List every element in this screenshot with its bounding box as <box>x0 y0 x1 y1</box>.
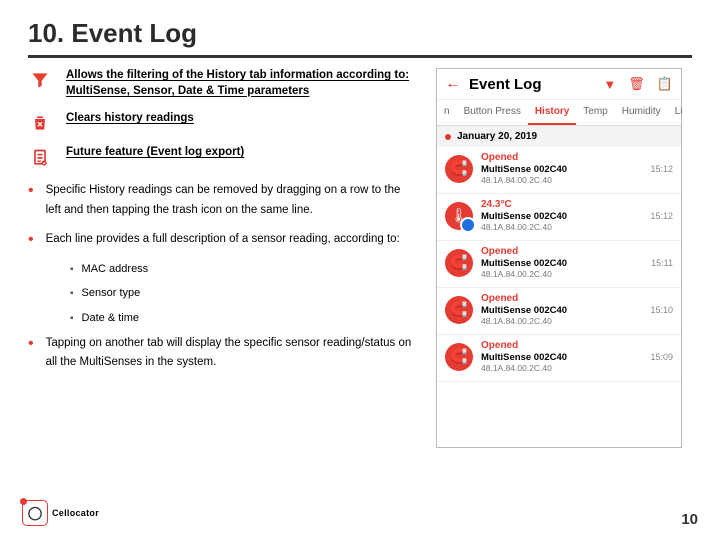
brand-name: Cellocator <box>52 508 99 518</box>
feature-filter-text: Allows the filtering of the History tab … <box>66 68 418 99</box>
event-status: Opened <box>481 293 642 304</box>
feature-export: Future feature (Event log export) <box>28 145 418 169</box>
event-device: MultiSense 002C40 <box>481 164 642 175</box>
date-text: January 20, 2019 <box>457 131 537 142</box>
feature-filter: Allows the filtering of the History tab … <box>28 68 418 99</box>
event-mac: 48.1A.84.00.2C.40 <box>481 316 642 326</box>
event-time: 15:11 <box>651 258 673 268</box>
thermometer-icon: 🌡 <box>445 202 473 230</box>
date-header: January 20, 2019 <box>437 126 681 147</box>
tab-item[interactable]: Button Press <box>457 100 528 125</box>
tab-item[interactable]: Li <box>668 100 690 125</box>
event-list: 🧲 Opened MultiSense 002C40 48.1A.84.00.2… <box>437 147 681 447</box>
event-time: 15:12 <box>650 211 673 221</box>
phone-tabs: n Button Press History Temp Humidity Li <box>437 100 681 126</box>
description-column: Allows the filtering of the History tab … <box>28 68 428 448</box>
event-mac: 48.1A.84.00.2C.40 <box>481 175 642 185</box>
event-mac: 48.1A.84.00.2C.40 <box>481 222 642 232</box>
subbullet-item: ▪Sensor type <box>28 284 418 303</box>
magnet-icon: 🧲 <box>445 155 473 183</box>
bullet-text: Specific History readings can be removed… <box>46 181 418 220</box>
tab-item[interactable]: n <box>437 100 457 125</box>
bullet-list: • Specific History readings can be remov… <box>28 181 418 373</box>
phone-title: Event Log <box>469 76 591 93</box>
title-divider <box>28 55 692 58</box>
tab-item[interactable]: Temp <box>576 100 614 125</box>
bullet-item: • Tapping on another tab will display th… <box>28 334 418 373</box>
bullet-dot-icon: • <box>28 334 34 373</box>
clear-icon <box>28 111 52 133</box>
slide-title: 10. Event Log <box>28 18 692 49</box>
event-device: MultiSense 002C40 <box>481 352 642 363</box>
bullet-item: • Each line provides a full description … <box>28 230 418 250</box>
event-device: MultiSense 002C40 <box>481 258 643 269</box>
bullet-dot-icon: • <box>28 230 34 250</box>
event-status: Opened <box>481 340 642 351</box>
event-device: MultiSense 002C40 <box>481 305 642 316</box>
brand-logo: ◯ Cellocator <box>22 500 99 526</box>
magnet-icon: 🧲 <box>445 296 473 324</box>
feature-clear: Clears history readings <box>28 111 418 133</box>
export-icon[interactable]: 📋 <box>657 76 673 92</box>
event-time: 15:10 <box>650 305 673 315</box>
event-mac: 48.1A.84.00.2C.40 <box>481 363 642 373</box>
event-row[interactable]: 🧲 Opened MultiSense 002C40 48.1A.84.00.2… <box>437 147 681 194</box>
event-device: MultiSense 002C40 <box>481 211 642 222</box>
page-number: 10 <box>681 511 698 528</box>
bullet-text: Each line provides a full description of… <box>46 230 400 250</box>
event-time: 15:09 <box>650 352 673 362</box>
slide-title-bar: 10. Event Log <box>0 0 720 55</box>
event-row[interactable]: 🌡 24.3°C MultiSense 002C40 48.1A.84.00.2… <box>437 194 681 241</box>
event-status: Opened <box>481 246 643 257</box>
phone-mock: ← Event Log ▼ 🗑 📋 n Button Press History… <box>436 68 682 448</box>
filter-icon <box>28 68 52 90</box>
export-icon <box>28 145 52 169</box>
phone-header: ← Event Log ▼ 🗑 📋 <box>437 69 681 100</box>
event-time: 15:12 <box>650 164 673 174</box>
event-mac: 48.1A.84.00.2C.40 <box>481 269 643 279</box>
logo-mark-icon: ◯ <box>22 500 48 526</box>
magnet-icon: 🧲 <box>445 343 473 371</box>
feature-clear-text: Clears history readings <box>66 111 418 127</box>
event-row[interactable]: 🧲 Opened MultiSense 002C40 48.1A.84.00.2… <box>437 288 681 335</box>
event-row[interactable]: 🧲 Opened MultiSense 002C40 48.1A.84.00.2… <box>437 335 681 382</box>
tab-item[interactable]: Humidity <box>615 100 668 125</box>
clear-icon[interactable]: 🗑 <box>628 76 645 92</box>
event-row[interactable]: 🧲 Opened MultiSense 002C40 48.1A.84.00.2… <box>437 241 681 288</box>
date-dot-icon <box>445 134 451 140</box>
subbullet-item: ▪MAC address <box>28 260 418 279</box>
subbullet-dot-icon: ▪ <box>70 313 74 324</box>
feature-export-text: Future feature (Event log export) <box>66 145 418 161</box>
back-icon[interactable]: ← <box>445 75 461 93</box>
bullet-item: • Specific History readings can be remov… <box>28 181 418 220</box>
tab-history[interactable]: History <box>528 100 576 125</box>
magnet-icon: 🧲 <box>445 249 473 277</box>
event-status: Opened <box>481 152 642 163</box>
filter-icon[interactable]: ▼ <box>603 77 616 92</box>
bullet-dot-icon: • <box>28 181 34 220</box>
subbullet-item: ▪Date & time <box>28 309 418 328</box>
subbullet-dot-icon: ▪ <box>70 288 74 299</box>
bullet-text: Tapping on another tab will display the … <box>46 334 418 373</box>
subbullet-dot-icon: ▪ <box>70 264 74 275</box>
event-status: 24.3°C <box>481 199 642 210</box>
